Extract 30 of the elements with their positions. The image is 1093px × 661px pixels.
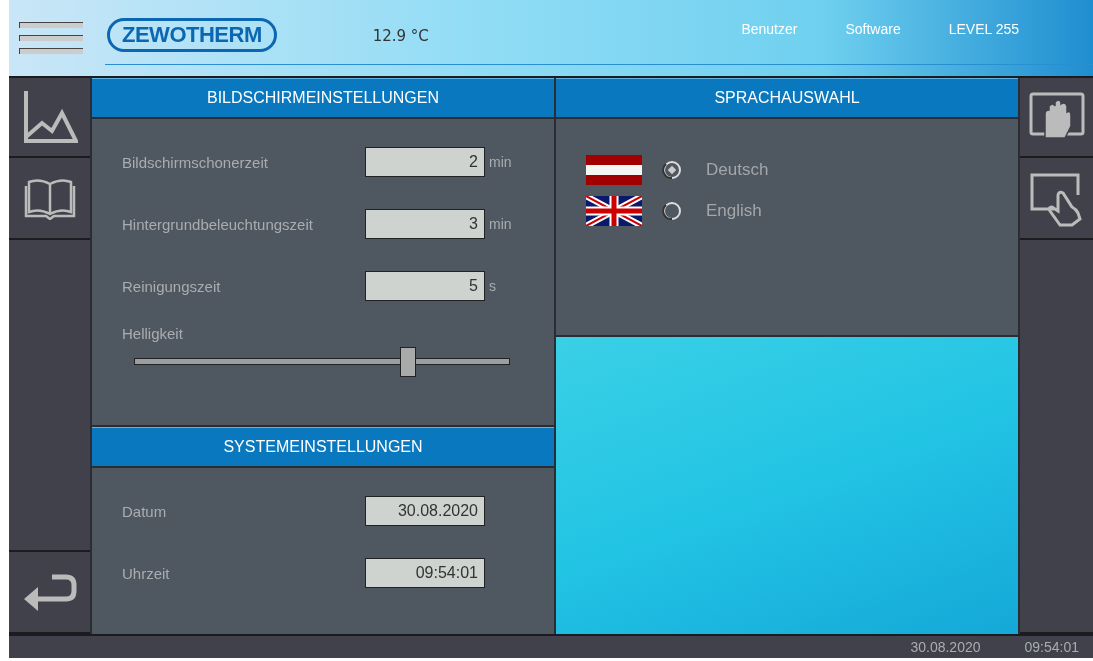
language-label: Deutsch bbox=[706, 159, 769, 180]
status-date: 30.08.2020 bbox=[910, 639, 981, 655]
input-field[interactable]: 09:54:01 bbox=[365, 558, 485, 588]
uk-flag-icon bbox=[586, 195, 642, 226]
temperature-reading: 12.9 °C bbox=[372, 27, 429, 45]
field-label: Hintergrundbeleuchtungszeit bbox=[122, 215, 314, 233]
field-label: Reinigungszeit bbox=[122, 277, 222, 295]
field-label: Datum bbox=[122, 502, 168, 520]
section-header: BILDSCHIRMEINSTELLUNGEN bbox=[92, 78, 554, 117]
input-field[interactable]: 2 bbox=[365, 147, 485, 177]
logo: ZEWOTHERM bbox=[107, 18, 277, 52]
input-field[interactable]: 5 bbox=[365, 271, 485, 301]
unit-label: min bbox=[489, 216, 512, 232]
section-header: SYSTEMEINSTELLUNGEN bbox=[92, 427, 554, 466]
unit-label: min bbox=[489, 154, 512, 170]
slider-thumb[interactable] bbox=[400, 347, 416, 377]
input-field[interactable]: 30.08.2020 bbox=[365, 496, 485, 526]
austrian-flag-icon bbox=[586, 154, 642, 185]
unit-label: s bbox=[489, 278, 496, 294]
status-time: 09:54:01 bbox=[1024, 639, 1079, 655]
chart-icon bbox=[21, 89, 78, 145]
section-header: SPRACHAUSWAHL bbox=[556, 78, 1018, 117]
field-label: Uhrzeit bbox=[122, 564, 171, 582]
book-icon bbox=[23, 178, 76, 220]
radio-button[interactable] bbox=[662, 200, 682, 221]
field-label: Bildschirmschonerzeit bbox=[122, 153, 269, 171]
input-field[interactable]: 3 bbox=[365, 209, 485, 239]
radio-button[interactable] bbox=[662, 159, 682, 180]
field-label: Helligkeit bbox=[122, 325, 184, 342]
language-label: English bbox=[706, 200, 762, 221]
